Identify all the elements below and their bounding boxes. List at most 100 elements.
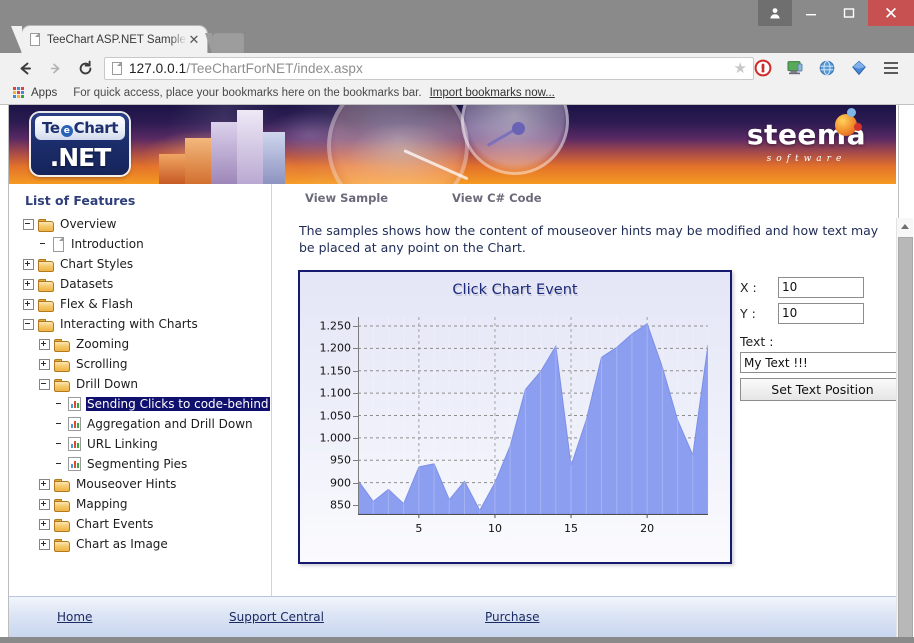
sidebar-item-zooming[interactable]: Zooming: [23, 334, 271, 354]
adblock-icon[interactable]: [752, 57, 774, 78]
footer-links: Home Support Central Purchase: [9, 597, 896, 637]
window-controls: ✕: [758, 0, 914, 26]
tree-expand-icon[interactable]: [39, 498, 50, 510]
sidebar-item-label: Drill Down: [76, 377, 138, 391]
page-icon: [112, 62, 122, 75]
user-profile-icon[interactable]: [758, 0, 792, 26]
sidebar-item-label: Zooming: [76, 337, 130, 351]
chart-x-tick-label: 10: [487, 522, 502, 535]
apps-grid-icon[interactable]: [13, 87, 24, 98]
chart-plot-area[interactable]: [357, 310, 712, 518]
footer-link-home[interactable]: Home: [57, 610, 92, 624]
apps-label[interactable]: Apps: [31, 87, 57, 99]
back-icon[interactable]: [14, 57, 36, 79]
sidebar-item-datasets[interactable]: Datasets: [23, 274, 271, 294]
page-scrollbar[interactable]: [896, 218, 913, 637]
tree-expand-icon[interactable]: [23, 298, 34, 310]
tab-view-sample[interactable]: View Sample: [305, 191, 388, 205]
close-icon[interactable]: ✕: [187, 33, 201, 46]
sidebar-item-chart-events[interactable]: Chart Events: [23, 514, 271, 534]
sidebar-item-label: Introduction: [71, 237, 144, 251]
x-field-row: X :: [740, 274, 914, 300]
chart-area-series[interactable]: [357, 322, 709, 515]
sidebar-item-chart-styles[interactable]: Chart Styles: [23, 254, 271, 274]
sidebar-item-interacting-with-charts[interactable]: Interacting with Charts: [23, 314, 271, 334]
new-tab-button[interactable]: [205, 33, 244, 53]
y-input[interactable]: [778, 302, 864, 324]
tree-expand-icon[interactable]: [39, 338, 50, 350]
sidebar-item-overview[interactable]: Overview: [23, 214, 271, 234]
sidebar-item-label: Sending Clicks to code-behind: [86, 397, 270, 411]
chrome-menu-icon[interactable]: [880, 57, 902, 78]
tree-collapse-icon[interactable]: [23, 218, 34, 230]
steema-logo[interactable]: steema software: [747, 108, 866, 164]
scrollbar-thumb[interactable]: [898, 237, 913, 637]
tree-leaf-spacer: [55, 440, 64, 449]
tree-expand-icon[interactable]: [39, 518, 50, 530]
sidebar-item-label: Aggregation and Drill Down: [87, 417, 253, 431]
chart-y-tick-label: 1.050: [319, 409, 352, 422]
sidebar-item-mapping[interactable]: Mapping: [23, 494, 271, 514]
chart-y-tick-label: 1.000: [319, 431, 352, 445]
tree-expand-icon[interactable]: [39, 358, 50, 370]
teechart-logo[interactable]: Te e Chart .NET: [31, 113, 129, 175]
sidebar-item-introduction[interactable]: Introduction: [23, 234, 271, 254]
sidebar-item-mouseover-hints[interactable]: Mouseover Hints: [23, 474, 271, 494]
tree-collapse-icon[interactable]: [39, 378, 50, 390]
logo-text-chart: Chart: [73, 119, 119, 137]
tree-leaf-spacer: [39, 240, 48, 249]
chart-container[interactable]: Click Chart Event 850 900 950 1.000 1.050 1.1…: [298, 270, 732, 564]
page-icon: [30, 33, 41, 46]
browser-toolbar: 127.0.0.1/TeeChartForNET/index.aspx ★: [0, 53, 914, 82]
x-input[interactable]: [778, 276, 864, 298]
sidebar-title: List of Features: [25, 193, 136, 208]
tree-expand-icon[interactable]: [23, 258, 34, 270]
tree-leaf-spacer: [55, 420, 64, 429]
os-window-frame: ✕ TeeChart ASP.NET Sample ✕ 127.0.0.1/Te…: [0, 0, 914, 643]
folder-icon: [38, 258, 54, 272]
y-label: Y :: [740, 305, 756, 321]
tree-expand-icon[interactable]: [39, 538, 50, 550]
tree-expand-icon[interactable]: [39, 478, 50, 490]
sidebar-item-chart-as-image[interactable]: Chart as Image: [23, 534, 271, 554]
reload-icon[interactable]: [74, 57, 96, 79]
text-input[interactable]: [740, 352, 903, 373]
scroll-up-icon[interactable]: [897, 218, 913, 235]
bookmark-star-icon[interactable]: ★: [734, 61, 747, 76]
set-text-position-button[interactable]: Set Text Position: [740, 378, 905, 401]
x-label: X :: [740, 279, 757, 295]
sidebar-item-label: Overview: [60, 217, 117, 231]
sidebar-item-segmenting-pies[interactable]: Segmenting Pies: [23, 454, 271, 474]
sidebar-item-aggregation-and-drill-down[interactable]: Aggregation and Drill Down: [23, 414, 271, 434]
address-bar-host: 127.0.0.1: [129, 61, 187, 76]
diamond-icon[interactable]: [848, 57, 870, 78]
bookmarks-bar: Apps For quick access, place your bookma…: [0, 81, 914, 105]
globe-icon[interactable]: [816, 57, 838, 78]
browser-tab-title: TeeChart ASP.NET Sample: [47, 33, 186, 46]
address-bar-path: /TeeChartForNET/index.aspx: [186, 61, 363, 76]
sidebar-item-sending-clicks-to-code-behind[interactable]: Sending Clicks to code-behind: [23, 394, 271, 414]
window-close-button[interactable]: ✕: [868, 0, 914, 26]
sidebar-item-flex-flash[interactable]: Flex & Flash: [23, 294, 271, 314]
browser-tabstrip: TeeChart ASP.NET Sample ✕: [0, 26, 914, 53]
sidebar-item-scrolling[interactable]: Scrolling: [23, 354, 271, 374]
tab-view-csharp-code[interactable]: View C# Code: [452, 191, 542, 205]
sample-description: The samples shows how the content of mou…: [299, 223, 879, 255]
footer-link-support-central[interactable]: Support Central: [229, 610, 324, 624]
import-bookmarks-link[interactable]: Import bookmarks now...: [430, 87, 555, 99]
footer-link-purchase[interactable]: Purchase: [485, 610, 540, 624]
chart-y-axis: 850 900 950 1.000 1.050 1.100 1.150 1.200 1.250: [300, 310, 358, 520]
window-maximize-button[interactable]: [830, 0, 868, 26]
chart-y-tick-label: 900: [330, 476, 351, 490]
screen-icon[interactable]: [784, 57, 806, 78]
page-icon: [52, 237, 65, 252]
address-bar[interactable]: 127.0.0.1/TeeChartForNET/index.aspx ★: [104, 57, 754, 80]
tree-expand-icon[interactable]: [23, 278, 34, 290]
sidebar-item-url-linking[interactable]: URL Linking: [23, 434, 271, 454]
window-minimize-button[interactable]: [792, 0, 830, 26]
tree-collapse-icon[interactable]: [23, 318, 34, 330]
steema-dot-icon-3: [853, 123, 862, 131]
sidebar-item-drill-down[interactable]: Drill Down: [23, 374, 271, 394]
chart-y-tick-label: 950: [330, 453, 351, 467]
browser-tab[interactable]: TeeChart ASP.NET Sample ✕: [11, 26, 207, 53]
